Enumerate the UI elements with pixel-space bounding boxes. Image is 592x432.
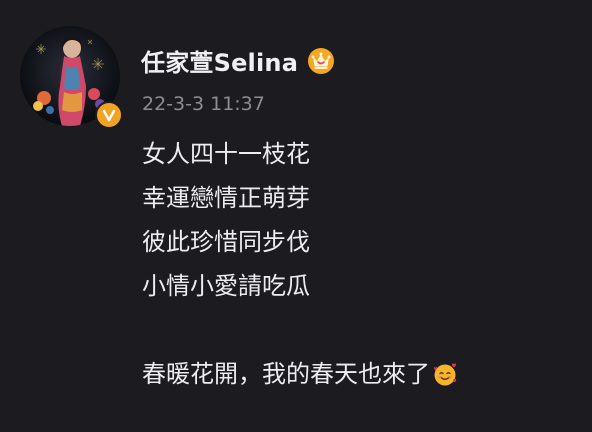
avatar-container[interactable] (20, 26, 123, 129)
post-line: 彼此珍惜同步伐 (142, 228, 310, 256)
post-line: 幸運戀情正萌芽 (142, 184, 310, 212)
post-content: 女人四十一枝花 幸運戀情正萌芽 彼此珍惜同步伐 小情小愛請吃瓜 春暖花開，我的春… (142, 132, 582, 396)
post-line-last: 春暖花開，我的春天也來了 (142, 352, 582, 396)
post-line: 小情小愛請吃瓜 (142, 272, 310, 300)
author-name[interactable]: 任家萱Selina (141, 43, 298, 78)
weibo-post: 任家萱Selina 22-3-3 11:37 女人四十一枝花 幸運戀情正萌芽 彼… (0, 0, 592, 432)
author-row: 任家萱Selina (141, 40, 336, 80)
post-timestamp: 22-3-3 11:37 (142, 93, 265, 115)
crown-icon[interactable] (306, 45, 336, 75)
verified-v-badge-icon (95, 101, 123, 129)
post-line: 女人四十一枝花 (142, 140, 310, 168)
post-line-text: 春暖花開，我的春天也來了 (142, 360, 430, 388)
smiling-face-with-hearts-icon (434, 363, 457, 386)
